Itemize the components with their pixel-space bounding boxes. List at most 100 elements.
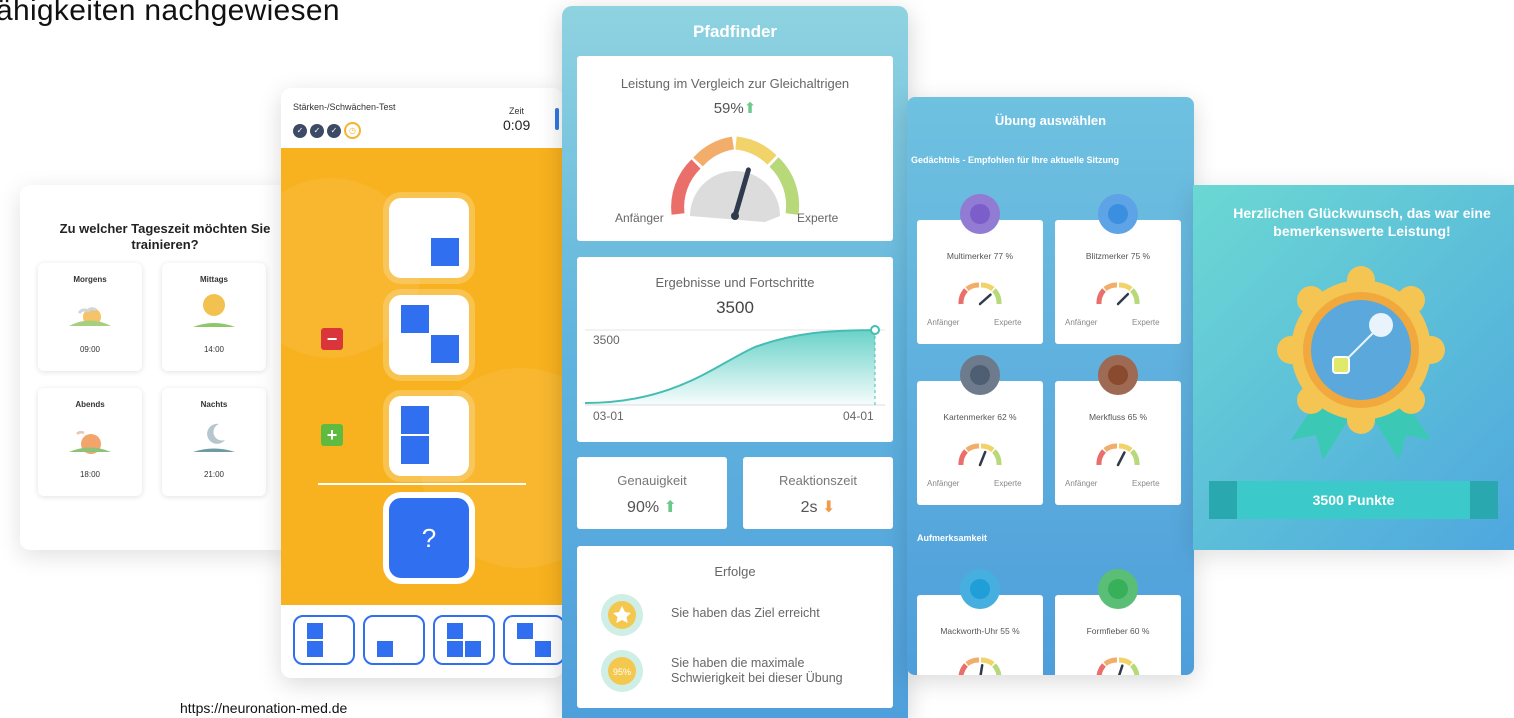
exercise-name: Mackworth-Uhr 55 %	[940, 626, 1020, 636]
gauge-min-label: Anfänger	[927, 318, 960, 327]
time-slot-midday[interactable]: Mittags 14:00	[162, 263, 266, 371]
medal-badge-icon: 95%	[601, 650, 643, 692]
medal-icon	[1277, 266, 1445, 460]
points-banner: 3500 Punkte	[1237, 481, 1470, 519]
exercise-gauge	[1096, 657, 1140, 675]
arrow-up-icon: ⬆	[743, 100, 757, 117]
arrow-up-icon: ⬆	[663, 499, 677, 516]
progress-x-start: 03-01	[593, 409, 624, 423]
time-of-day-card: Zu welcher Tageszeit möchten Sie trainie…	[20, 185, 288, 550]
answer-options	[293, 615, 563, 665]
minus-icon: −	[321, 328, 343, 350]
answer-placeholder: ?	[389, 498, 469, 578]
check-icon: ✓	[293, 124, 307, 138]
progress-chart	[585, 325, 885, 406]
progress-panel: Ergebnisse und Fortschritte 3500 3500 03…	[577, 257, 893, 442]
section-memory: Gedächtnis - Empfohlen für Ihre aktuelle…	[911, 155, 1120, 165]
medal-badge-label: 95%	[613, 667, 631, 677]
puzzle-tile-2	[389, 295, 469, 375]
section-attention: Aufmerksamkeit	[917, 533, 988, 543]
answer-option-1[interactable]	[293, 615, 355, 665]
progress-title: Ergebnisse und Fortschritte	[655, 275, 815, 290]
timer-value: 0:09	[503, 117, 531, 133]
time-slot-label: Nachts	[200, 400, 228, 409]
progress-value: 3500	[716, 298, 754, 317]
hexagon-icon	[960, 194, 1000, 234]
ribbon-right	[1468, 481, 1498, 519]
performance-title: Leistung im Vergleich zur Gleichaltrigen	[620, 76, 850, 91]
ribbon-left	[1209, 481, 1239, 519]
puzzle-tile-3	[389, 396, 469, 476]
exercise-gauge	[1096, 282, 1140, 306]
time-slot-time: 09:00	[79, 345, 101, 354]
achievement-item: Sie haben das Ziel erreicht	[599, 594, 879, 646]
performance-panel: Leistung im Vergleich zur Gleichaltrigen…	[577, 56, 893, 241]
congrats-message: Herzlichen Glückwunsch, das war eine bem…	[1233, 205, 1491, 239]
check-icon: ✓	[327, 124, 341, 138]
sunset-icon	[69, 430, 111, 454]
achievement-text: Sie haben das Ziel erreicht	[671, 606, 820, 620]
gauge-min-label: Anfänger	[1065, 318, 1098, 327]
exercise-tile[interactable]: Multimerker 77 % Anfänger Experte	[917, 194, 1043, 344]
answer-option-4[interactable]	[503, 615, 563, 665]
exercise-title: Übung auswählen	[994, 113, 1107, 128]
gauge-min-label: Anfänger	[927, 479, 960, 488]
answer-option-2[interactable]	[363, 615, 425, 665]
exercise-tile[interactable]: Blitzmerker 75 % Anfänger Experte	[1055, 194, 1181, 344]
time-slot-time: 14:00	[203, 345, 225, 354]
dots-icon	[1098, 194, 1138, 234]
equation-line	[318, 483, 526, 485]
achievements-panel: Erfolge Sie haben das Ziel erreicht 95% …	[577, 546, 893, 708]
accuracy-title: Genauigkeit	[617, 473, 687, 488]
progress-x-end: 04-01	[843, 409, 874, 423]
time-slot-evening[interactable]: Abends 18:00	[38, 388, 142, 496]
answer-option-3[interactable]	[433, 615, 495, 665]
exercise-gauge	[1096, 443, 1140, 467]
exercise-tile[interactable]: Formfieber 60 %AnfängerExperte	[1055, 569, 1181, 675]
exercise-gauge	[958, 443, 1002, 467]
exercise-tile[interactable]: Kartenmerker 62 % Anfänger Experte	[917, 355, 1043, 505]
exercise-name: Formfieber 60 %	[1086, 626, 1150, 636]
sun-icon	[193, 294, 235, 327]
telephone-icon	[1098, 355, 1138, 395]
test-title: Stärken-/Schwächen-Test	[293, 102, 396, 112]
achievements-title: Erfolge	[714, 564, 756, 579]
exercise-name: Merkfluss 65 %	[1088, 412, 1148, 422]
sunrise-icon	[69, 307, 111, 326]
progress-y-label: 3500	[593, 333, 620, 347]
timer-label: Zeit	[509, 106, 525, 116]
puzzle-tile-1	[389, 198, 469, 278]
exercise-tile[interactable]: Mackworth-Uhr 55 %AnfängerExperte	[917, 569, 1043, 675]
gauge-min-label: Anfänger	[615, 211, 664, 225]
reaction-title: Reaktionszeit	[778, 473, 858, 488]
check-icon: ✓	[310, 124, 324, 138]
moon-icon	[193, 423, 235, 452]
congratulations-card: Herzlichen Glückwunsch, das war eine bem…	[1193, 185, 1514, 550]
time-slot-night[interactable]: Nachts 21:00	[162, 388, 266, 496]
gauge-max-label: Experte	[994, 318, 1022, 327]
time-slot-morning[interactable]: Morgens 09:00	[38, 263, 142, 371]
exercise-name: Multimerker 77 %	[946, 251, 1014, 261]
progress-dots: ✓ ✓ ✓ ◷	[293, 122, 361, 139]
arrow-down-icon: ⬇	[821, 499, 836, 516]
clock-icon	[960, 569, 1000, 609]
cards-icon	[960, 355, 1000, 395]
gauge-max-label: Experte	[1132, 479, 1160, 488]
source-url: https://neuronation-med.de	[180, 700, 348, 716]
pathfinder-title: Pfadfinder	[692, 22, 778, 41]
achievement-item: 95% Sie haben die maximale Schwierigkeit…	[599, 650, 879, 702]
time-slot-label: Morgens	[73, 275, 107, 284]
gauge-max-label: Experte	[1132, 318, 1160, 327]
plus-icon: +	[321, 424, 343, 446]
performance-gauge	[671, 136, 800, 222]
performance-value: 59%⬆	[713, 100, 757, 117]
accuracy-panel: Genauigkeit 90% ⬆	[577, 457, 727, 529]
exercise-gauge	[958, 282, 1002, 306]
exercise-gauge	[958, 657, 1002, 675]
achievement-text: Sie haben die maximale Schwierigkeit bei…	[671, 656, 843, 685]
reaction-value: 2s ⬇	[800, 499, 836, 516]
pause-indicator	[555, 108, 559, 130]
exercise-tile[interactable]: Merkfluss 65 % Anfänger Experte	[1055, 355, 1181, 505]
clock-icon: ◷	[344, 122, 361, 139]
time-slot-label: Abends	[75, 400, 105, 409]
